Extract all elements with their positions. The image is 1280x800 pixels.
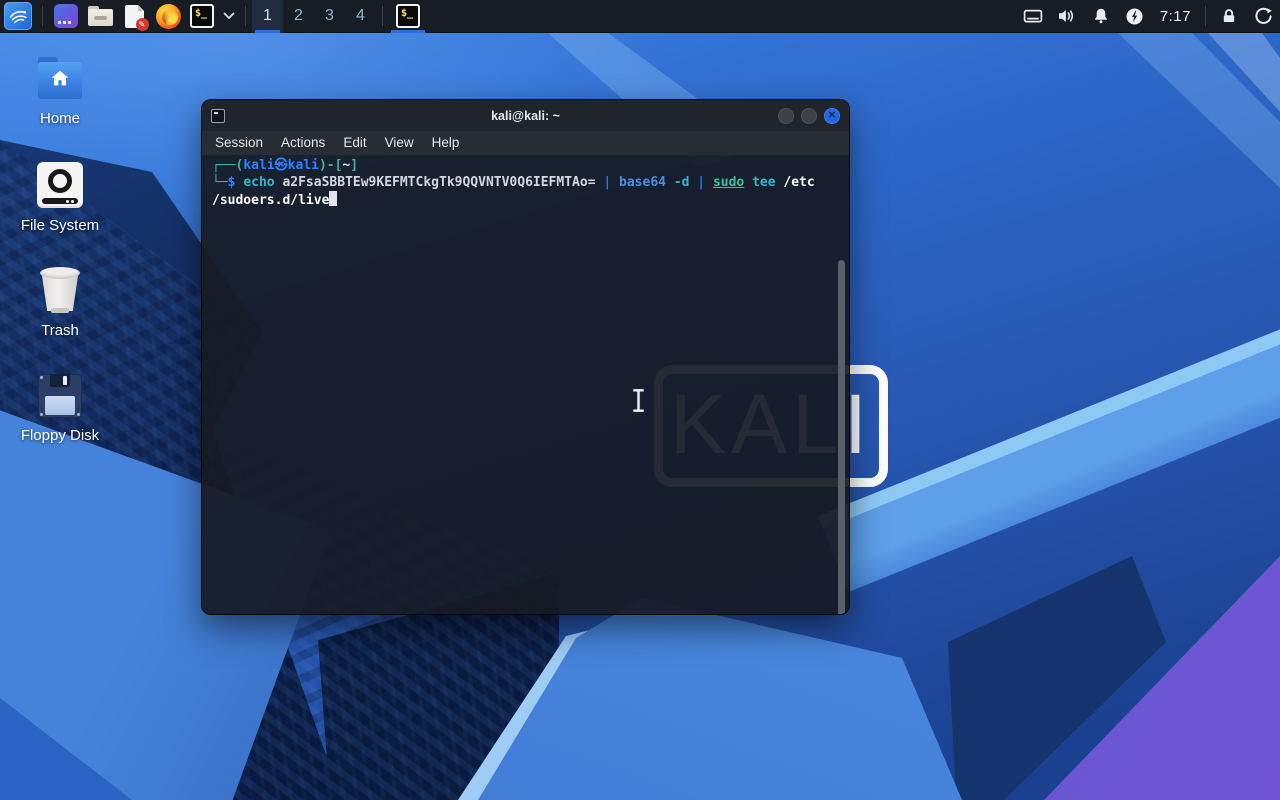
power-manager[interactable] (1118, 0, 1152, 33)
workspace-1[interactable]: 1 (252, 0, 283, 33)
terminal-menubar: Session Actions Edit View Help (202, 131, 849, 155)
panel-separator (1205, 6, 1206, 26)
cmd-pipe: | (603, 174, 612, 190)
launcher-terminal[interactable]: $_ (185, 0, 219, 33)
panel-separator (42, 6, 43, 26)
kali-desktop: KALI Home File System Trash Floppy Disk (0, 0, 1280, 800)
desktop-icon-trash[interactable]: Trash (10, 267, 110, 339)
top-panel: ✎ $_ 1 2 3 4 $_ 7:17 (0, 0, 1280, 33)
terminal-window: kali@kali: ~ ✕ Session Actions Edit View… (202, 100, 849, 614)
bell-icon (1094, 8, 1107, 24)
command-wrap-line: /sudoers.d/live (212, 191, 839, 210)
menu-view[interactable]: View (376, 131, 423, 155)
menu-session[interactable]: Session (206, 131, 272, 155)
cmd-base64: base64 (619, 174, 666, 190)
kali-dragon-icon (4, 2, 32, 30)
workspace-2[interactable]: 2 (283, 0, 314, 33)
workspace-4[interactable]: 4 (345, 0, 376, 33)
speaker-icon (1059, 10, 1074, 22)
maximize-button[interactable] (801, 107, 817, 124)
trash-bin-icon (37, 267, 83, 313)
prompt-frame: ] (350, 158, 359, 173)
command-line: └─$ echo a2FsaSBBTEw9KEFMTCkgTk9QQVNTV0Q… (212, 175, 839, 192)
clock[interactable]: 7:17 (1152, 0, 1199, 33)
terminal-icon: $_ (190, 4, 214, 28)
prompt-dollar: $ (227, 174, 236, 190)
terminal-app-icon (211, 108, 225, 123)
workspace-3[interactable]: 3 (314, 0, 345, 33)
circle-bolt-icon (1126, 7, 1143, 25)
panel-separator (245, 6, 246, 26)
chevron-down-icon (223, 12, 235, 20)
prompt-user: kali㉿kali (243, 158, 319, 173)
prompt-frame: ┌──( (212, 158, 244, 173)
taskbar-item-terminal[interactable]: $_ (389, 0, 427, 33)
cmd-tee: tee (752, 174, 776, 190)
prompt-frame: └─ (212, 174, 228, 190)
hard-drive-icon (37, 162, 83, 208)
cmd-flag-d: -d (673, 174, 690, 190)
prompt-frame: )-[ (318, 158, 343, 173)
prompt-line-1: ┌──(kali㉿kali)-[~] (212, 158, 839, 175)
desktop-icon-file-system[interactable]: File System (10, 162, 110, 234)
panel-separator (382, 6, 383, 26)
desktop-icon-floppy-disk[interactable]: Floppy Disk (10, 374, 110, 444)
desktop-icon-home[interactable]: Home (10, 57, 110, 127)
screen-lock-button[interactable] (1212, 0, 1246, 33)
lock-icon (1223, 9, 1235, 22)
keyboard-icon (1023, 9, 1043, 23)
launcher-text-editor[interactable]: ✎ (117, 0, 151, 33)
pencil-badge-icon: ✎ (135, 17, 149, 31)
menu-help[interactable]: Help (423, 131, 469, 155)
cmd-sudo: sudo (712, 174, 745, 190)
launcher-dropdown-button[interactable] (219, 0, 239, 33)
home-folder-icon (36, 57, 84, 101)
floppy-disk-icon (38, 374, 82, 418)
desktop-icon-label: File System (20, 217, 100, 234)
keyboard-layout-indicator[interactable] (1016, 0, 1050, 33)
terminal-icon: $_ (396, 4, 420, 28)
desktop-icon-label: Floppy Disk (20, 427, 100, 444)
terminal-text-cursor (329, 191, 338, 206)
terminal-viewport[interactable]: ┌──(kali㉿kali)-[~] └─$ echo a2FsaSBBTEw9… (202, 155, 849, 614)
applications-menu-button[interactable] (0, 0, 36, 33)
desktop-icon-label: Home (39, 110, 80, 127)
menu-edit[interactable]: Edit (334, 131, 375, 155)
menu-actions[interactable]: Actions (272, 131, 334, 155)
notifications[interactable] (1084, 0, 1118, 33)
desktop-icon-label: Trash (41, 322, 79, 339)
cmd-path-sudoers: /sudoers.d/live (212, 193, 330, 208)
launcher-firefox[interactable] (151, 0, 185, 33)
document-icon: ✎ (124, 4, 149, 31)
terminal-scrollbar[interactable] (838, 260, 845, 614)
minimize-button[interactable] (778, 107, 794, 124)
cmd-base64-payload: a2FsaSBBTEw9KEFMTCkgTk9QQVNTV0Q6IEFMTAo= (282, 174, 596, 190)
window-app-icon (54, 4, 78, 28)
cmd-echo: echo (243, 174, 275, 190)
cmd-path-etc: /etc (783, 174, 815, 190)
launcher-file-manager[interactable] (83, 0, 117, 33)
window-titlebar[interactable]: kali@kali: ~ ✕ (202, 100, 849, 131)
cmd-pipe: | (697, 174, 706, 190)
close-button[interactable]: ✕ (824, 107, 840, 124)
logout-button[interactable] (1246, 0, 1280, 33)
volume-control[interactable] (1050, 0, 1084, 33)
launcher-settings-app[interactable] (49, 0, 83, 33)
house-icon (51, 70, 69, 86)
logout-icon (1254, 7, 1272, 24)
firefox-icon (155, 3, 181, 29)
folder-icon (87, 6, 113, 26)
window-title: kali@kali: ~ (491, 108, 560, 123)
